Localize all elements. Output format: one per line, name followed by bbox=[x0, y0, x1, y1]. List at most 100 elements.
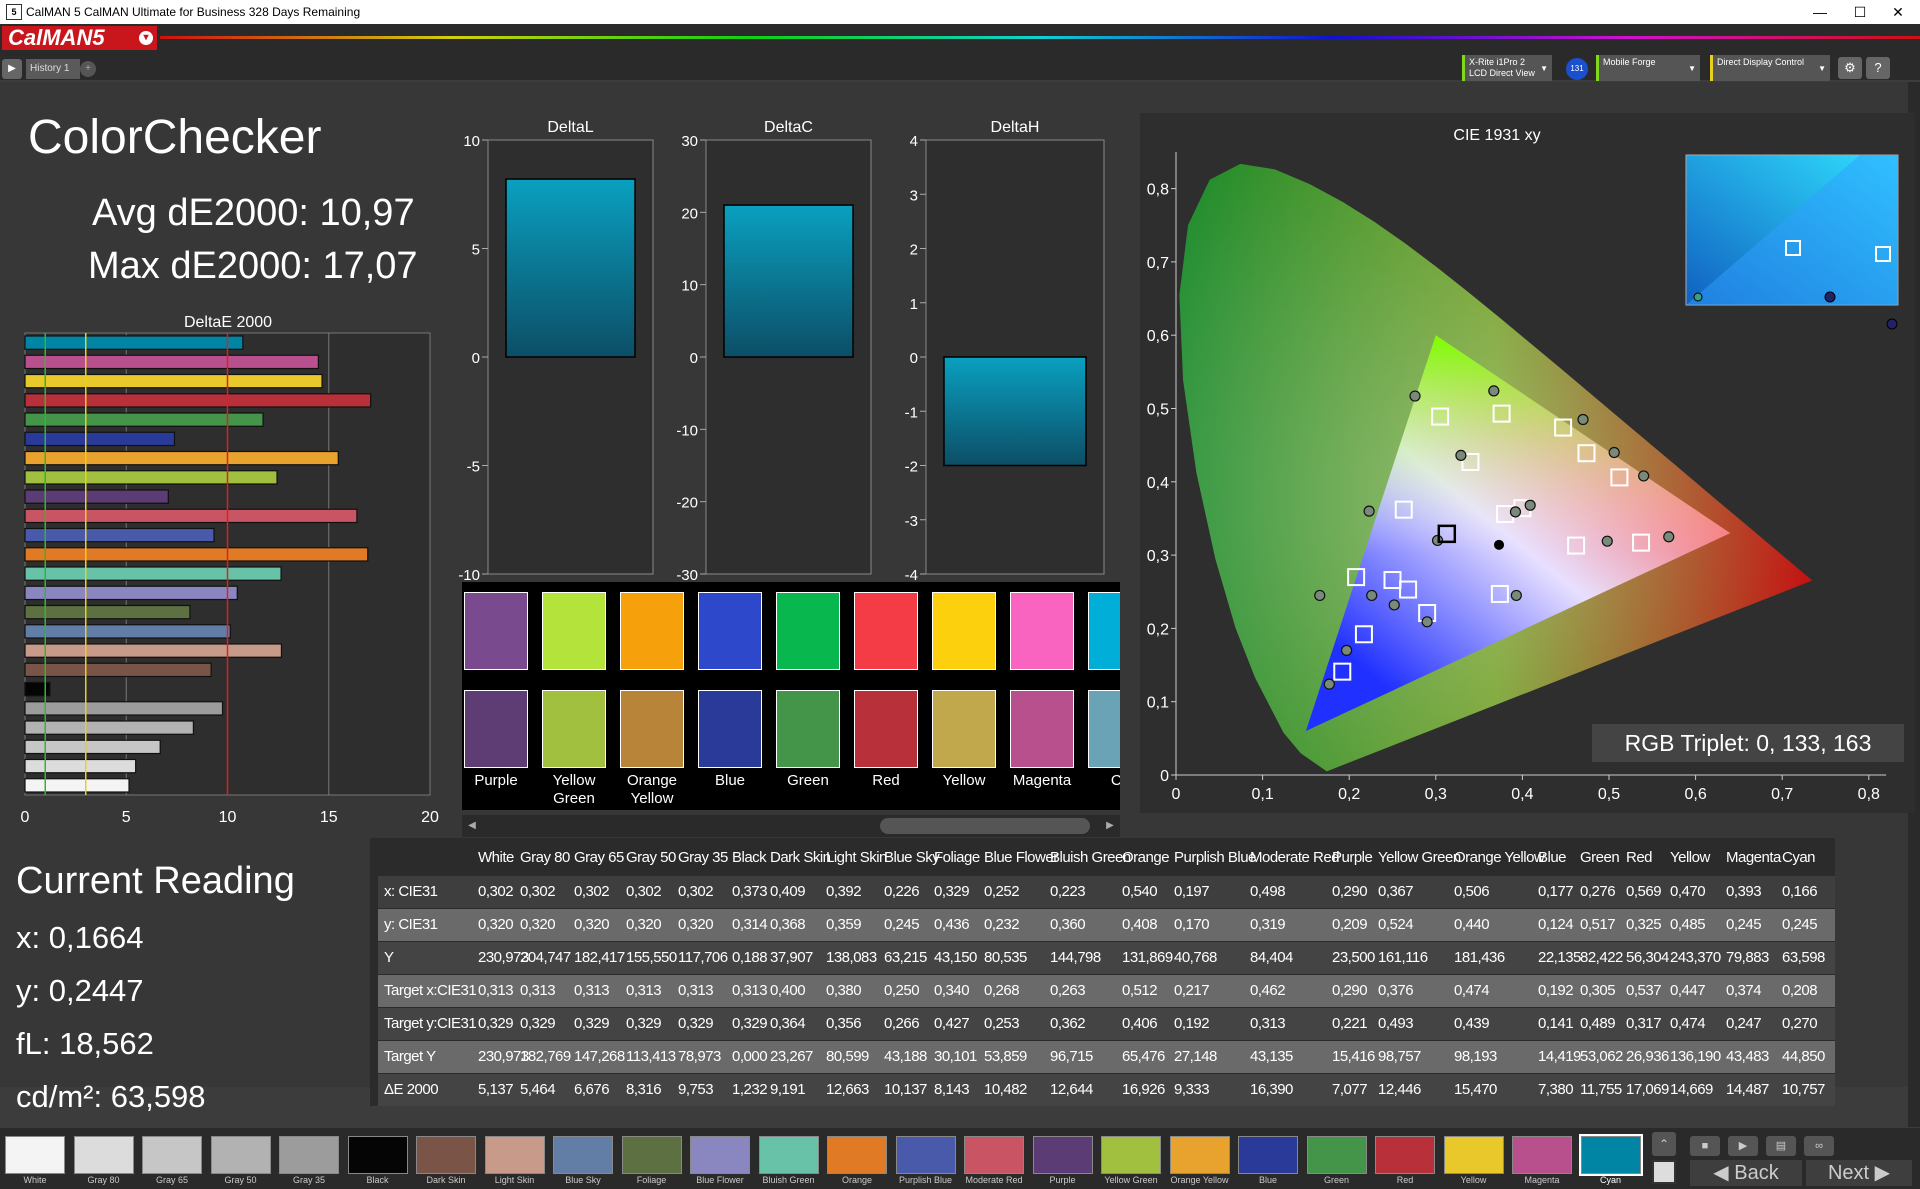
table-cell: 80,535 bbox=[984, 949, 1027, 966]
table-cell: 14,487 bbox=[1726, 1081, 1769, 1098]
patch-white[interactable] bbox=[5, 1136, 65, 1174]
swatch-label: Cy bbox=[1081, 772, 1120, 790]
table-cell: 0,325 bbox=[1626, 916, 1662, 933]
table-cell: 0,245 bbox=[1726, 916, 1762, 933]
loop-icon[interactable]: ∞ bbox=[1804, 1136, 1834, 1156]
swatch-panel: Purple Yellow Green Orange Yellow Blue Green Re… bbox=[462, 582, 1120, 810]
close-icon[interactable]: ✕ bbox=[1878, 2, 1918, 22]
meter-badge[interactable]: 131 bbox=[1566, 58, 1588, 80]
y-tick-label: 1 bbox=[910, 296, 918, 313]
patch-orange[interactable] bbox=[827, 1136, 887, 1174]
table-cell: 113,413 bbox=[626, 1048, 676, 1065]
maximize-icon[interactable]: ☐ bbox=[1840, 2, 1880, 22]
stop-icon[interactable]: ■ bbox=[1690, 1136, 1720, 1156]
table-cell: 0,408 bbox=[1122, 916, 1158, 933]
measured-point bbox=[1638, 470, 1650, 482]
patch-label: White bbox=[23, 1175, 47, 1185]
measured-point bbox=[1510, 589, 1522, 602]
patch-purplish-blue[interactable] bbox=[895, 1136, 956, 1174]
patch-label: Yellow Green bbox=[1104, 1175, 1158, 1185]
help-icon[interactable]: ? bbox=[1866, 57, 1890, 79]
patch-dark-skin[interactable] bbox=[416, 1136, 476, 1174]
minimize-icon[interactable]: — bbox=[1800, 2, 1840, 22]
measured-point bbox=[1409, 390, 1421, 402]
table-cell: 0,462 bbox=[1250, 982, 1286, 999]
table-cell: 0,440 bbox=[1454, 916, 1490, 933]
patch-gray-65[interactable] bbox=[142, 1136, 202, 1174]
tab-history-1[interactable]: History 1 bbox=[26, 59, 80, 79]
chart-title: DeltaL bbox=[547, 119, 593, 136]
table-cell: 0,374 bbox=[1726, 982, 1762, 999]
column-header: White bbox=[478, 849, 514, 866]
table-cell: 14,419 bbox=[1538, 1048, 1581, 1065]
patch-gray-35[interactable] bbox=[279, 1136, 339, 1174]
patch-blue-flower[interactable] bbox=[690, 1136, 750, 1174]
y-tick-label: 10 bbox=[463, 133, 480, 150]
table-cell: 0,302 bbox=[678, 883, 714, 900]
patch-blue[interactable] bbox=[1238, 1136, 1298, 1174]
patch-light-skin[interactable] bbox=[484, 1136, 545, 1174]
calman-logo-menu[interactable]: CalMAN5 ▾ bbox=[2, 26, 157, 50]
patch-purple[interactable] bbox=[1032, 1136, 1093, 1174]
patch-yellow[interactable] bbox=[1443, 1136, 1504, 1174]
play-icon[interactable]: ▶ bbox=[1728, 1136, 1758, 1156]
expand-icon[interactable]: ⌃ bbox=[1652, 1132, 1676, 1156]
table-cell: 0,192 bbox=[1174, 1015, 1210, 1032]
column-header: Orange bbox=[1122, 849, 1170, 866]
page-title: ColorChecker bbox=[28, 111, 322, 164]
patch-black[interactable] bbox=[347, 1136, 408, 1174]
y-tick-label: 0,6 bbox=[1147, 328, 1169, 345]
measured-point bbox=[1488, 385, 1500, 397]
table-cell: 10,482 bbox=[984, 1081, 1027, 1098]
table-cell: 0,320 bbox=[678, 916, 714, 933]
back-button[interactable]: ◀ Back bbox=[1690, 1160, 1802, 1186]
gear-icon[interactable]: ⚙ bbox=[1838, 57, 1862, 79]
x-tick-label: 0 bbox=[1172, 786, 1181, 803]
table-cell: 53,062 bbox=[1580, 1048, 1623, 1065]
column-header: Purple bbox=[1332, 849, 1373, 866]
deltac-chart: DeltaC 30 20 10 0 -10 -20 -30 bbox=[676, 119, 872, 582]
next-button[interactable]: Next ▶ bbox=[1806, 1160, 1912, 1186]
patch-foliage[interactable] bbox=[621, 1136, 682, 1174]
current-reading-title: Current Reading bbox=[16, 860, 295, 902]
table-cell: 0,302 bbox=[520, 883, 556, 900]
table-cell: 0,223 bbox=[1050, 883, 1086, 900]
patch-red[interactable] bbox=[1375, 1136, 1435, 1174]
table-cell: 0,302 bbox=[626, 883, 662, 900]
measured-point bbox=[1509, 506, 1522, 518]
table-cell: 98,757 bbox=[1378, 1048, 1421, 1065]
patch-green[interactable] bbox=[1306, 1136, 1367, 1174]
patch-bluish-green[interactable] bbox=[758, 1136, 819, 1174]
table-cell: 0,409 bbox=[770, 883, 806, 900]
patch-magenta[interactable] bbox=[1512, 1136, 1572, 1174]
y-tick-label: -10 bbox=[458, 567, 480, 582]
meter-selector[interactable]: X-Rite i1Pro 2 LCD Direct View ▼ bbox=[1462, 55, 1552, 81]
swatch-scroll-thumb[interactable] bbox=[880, 818, 1090, 834]
save-icon[interactable]: ▤ bbox=[1766, 1136, 1796, 1156]
scroll-right-icon[interactable]: ▶ bbox=[1102, 817, 1118, 835]
row-label: Target x:CIE31 bbox=[384, 982, 477, 999]
patch-orange-yellow[interactable] bbox=[1169, 1136, 1230, 1174]
table-cell: 0,166 bbox=[1782, 883, 1818, 900]
deltae-bar bbox=[24, 585, 238, 601]
target-swatch bbox=[1088, 592, 1120, 670]
stop-square-icon[interactable] bbox=[1652, 1160, 1676, 1184]
display-selector[interactable]: Direct Display Control ▼ bbox=[1710, 55, 1830, 81]
workflow-play-icon[interactable]: ▶ bbox=[2, 59, 22, 79]
patch-cyan[interactable] bbox=[1578, 1134, 1643, 1176]
table-cell: 131,869 bbox=[1122, 949, 1173, 966]
table-cell: 0,170 bbox=[1174, 916, 1210, 933]
scroll-left-icon[interactable]: ◀ bbox=[464, 817, 480, 835]
measured-point bbox=[1323, 678, 1335, 690]
deltae-bar bbox=[24, 701, 224, 716]
add-tab-icon[interactable]: + bbox=[80, 61, 96, 77]
patch-blue-sky[interactable] bbox=[553, 1136, 613, 1174]
patch-moderate-red[interactable] bbox=[964, 1136, 1024, 1174]
column-header: Yellow bbox=[1670, 849, 1710, 866]
source-selector[interactable]: Mobile Forge ▼ bbox=[1596, 55, 1700, 81]
patch-yellow-green[interactable] bbox=[1101, 1136, 1161, 1174]
table-cell: 0,276 bbox=[1580, 883, 1616, 900]
patch-gray-80[interactable] bbox=[73, 1136, 134, 1174]
measured-point bbox=[1601, 535, 1613, 547]
patch-gray-50[interactable] bbox=[210, 1136, 271, 1174]
